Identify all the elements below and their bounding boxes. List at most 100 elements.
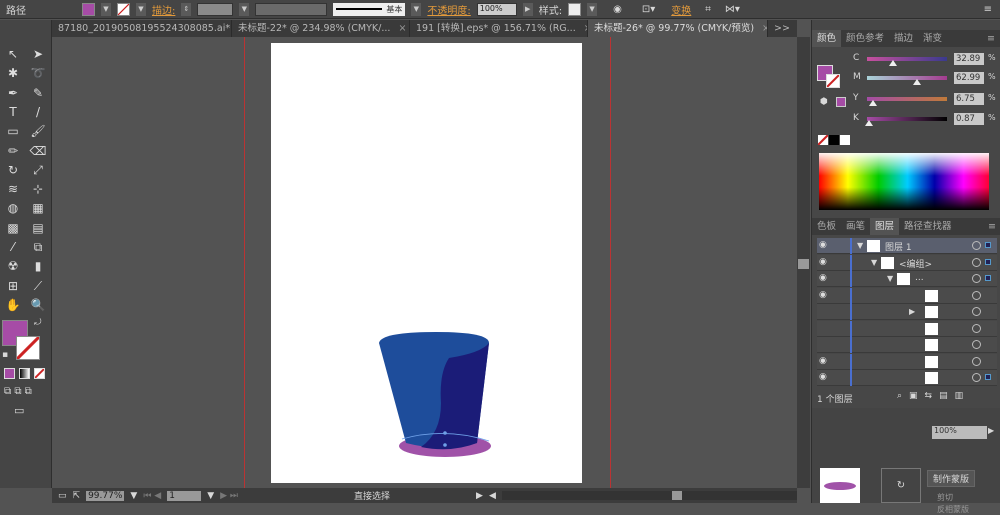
rotate-tool-icon[interactable]: ↻ <box>4 162 22 178</box>
selection-tool-icon[interactable]: ↖ <box>4 46 22 62</box>
first-page-button[interactable]: ⏮ ◀ <box>143 491 161 501</box>
visibility-eye-icon[interactable]: ◉ <box>819 373 831 382</box>
layer-row[interactable]: ◉ ▼ 图层 1 <box>817 238 997 254</box>
stroke-dropdown[interactable]: ▼ <box>136 2 146 16</box>
visibility-eye-icon[interactable] <box>819 307 831 316</box>
mask-thumbnail[interactable]: ↻ <box>881 468 921 503</box>
direct-selection-tool-icon[interactable]: ➤ <box>29 46 47 62</box>
layer-name[interactable]: <编组> <box>899 257 932 270</box>
variable-width-field[interactable] <box>255 2 328 16</box>
hand-tool-icon[interactable]: ✋ <box>4 297 22 313</box>
doc-tab[interactable]: 191 [转换].eps* @ 156.71% (RG...× <box>410 20 588 37</box>
slider-m[interactable]: M 62.99% <box>853 72 997 86</box>
visibility-eye-icon[interactable]: ◉ <box>819 356 831 366</box>
shape-builder-tool-icon[interactable]: ◍ <box>4 200 22 216</box>
line-tool-icon[interactable]: / <box>29 104 47 120</box>
slider-thumb[interactable] <box>889 60 897 66</box>
stroke-swatch[interactable] <box>117 2 130 16</box>
recolor-icon[interactable]: ◉ <box>613 4 622 15</box>
tab-layers[interactable]: 图层 <box>870 218 900 235</box>
slider-value[interactable]: 32.89 <box>954 53 984 65</box>
slider-c[interactable]: C 32.89% <box>853 53 997 67</box>
target-icon[interactable] <box>972 340 981 349</box>
target-icon[interactable] <box>972 241 981 250</box>
paintbrush-tool-icon[interactable]: 🖌 <box>29 123 47 139</box>
visibility-eye-icon[interactable]: ◉ <box>819 257 831 267</box>
stroke-label[interactable]: 描边: <box>152 2 175 17</box>
collapse-triangle-icon[interactable]: ▶ <box>909 307 915 316</box>
tab-overflow-button[interactable]: >> <box>768 20 796 37</box>
web-color-swatch[interactable] <box>836 97 846 107</box>
warp-tool-icon[interactable]: ≋ <box>4 181 22 197</box>
graph-tool-icon[interactable]: ▦ <box>29 200 47 216</box>
black-swatch[interactable] <box>829 135 839 145</box>
selection-indicator[interactable] <box>985 374 991 380</box>
status-menu-arrow[interactable]: ▶ <box>476 491 483 501</box>
slider-k[interactable]: K 0.87% <box>853 113 997 127</box>
opacity-field[interactable]: 100% <box>476 2 517 16</box>
align-icon[interactable]: ⊡▾ <box>642 4 655 15</box>
target-icon[interactable] <box>972 274 981 283</box>
expand-triangle-icon[interactable]: ▼ <box>871 258 877 267</box>
type-tool-icon[interactable]: T <box>4 104 22 120</box>
color-mode-button[interactable] <box>4 368 15 379</box>
stroke-swatch-large[interactable] <box>826 74 840 88</box>
arrange-icon[interactable]: ⋈▾ <box>725 4 740 15</box>
tab-brushes[interactable]: 画笔 <box>841 218 870 235</box>
target-icon[interactable] <box>972 307 981 316</box>
target-icon[interactable] <box>972 373 981 382</box>
opacity-dropdown[interactable]: ▶ <box>522 2 533 16</box>
free-transform-tool-icon[interactable]: ⊹ <box>29 181 47 197</box>
layer-row[interactable]: ▶ <box>817 304 997 320</box>
visibility-eye-icon[interactable]: ◉ <box>819 274 831 283</box>
panel-menu-icon[interactable]: ≡ <box>984 4 992 15</box>
layers-footer-icons[interactable]: ⌕▣⇆▤▥ <box>897 391 970 401</box>
screen-mode-icon[interactable]: ▭ <box>14 404 24 417</box>
swap-colors-icon[interactable]: ⤾ <box>34 318 42 328</box>
out-of-gamut-icon[interactable]: ⬢ <box>820 97 828 107</box>
export-icon[interactable]: ⇱ <box>73 491 81 501</box>
target-icon[interactable] <box>972 290 981 300</box>
visibility-eye-icon[interactable]: ◉ <box>819 290 831 300</box>
zoom-tool-icon[interactable]: 🔍 <box>29 297 47 313</box>
hscroll-left[interactable]: ◀ <box>489 491 496 501</box>
fill-swatch[interactable] <box>82 2 95 16</box>
layer-name[interactable]: ... <box>915 273 924 283</box>
default-colors-icon[interactable]: ▪ <box>2 350 8 360</box>
blend-tool-icon[interactable]: ⧉ <box>29 239 47 255</box>
magic-wand-tool-icon[interactable]: ✱ <box>4 65 22 81</box>
column-graph-tool-icon[interactable]: ▮ <box>29 258 47 274</box>
fill-dropdown[interactable]: ▼ <box>101 2 111 16</box>
symbol-sprayer-tool-icon[interactable]: ☢ <box>4 258 22 274</box>
draw-mode-icon[interactable]: ⧉ ⧉ ⧉ <box>4 386 32 397</box>
white-swatch[interactable] <box>840 135 850 145</box>
stroke-weight-field[interactable] <box>197 2 234 16</box>
hscroll-thumb[interactable] <box>671 491 682 500</box>
selection-indicator[interactable] <box>985 258 991 265</box>
cup-artwork[interactable] <box>271 43 582 483</box>
panel-menu-icon[interactable]: ≡ <box>982 30 1000 47</box>
slider-value[interactable]: 0.87 <box>954 113 984 125</box>
slider-value[interactable]: 62.99 <box>954 72 984 84</box>
expand-triangle-icon[interactable]: ▼ <box>857 241 863 250</box>
layer-row[interactable]: ◉ ▼... <box>817 271 997 287</box>
scroll-thumb[interactable] <box>798 259 809 269</box>
doc-tab[interactable]: 未标题-22* @ 234.98% (CMYK/... × <box>232 20 410 37</box>
stroke-weight-dropdown[interactable]: ▼ <box>239 2 250 16</box>
lasso-tool-icon[interactable]: ➰ <box>29 65 47 81</box>
stroke-color-box[interactable] <box>16 336 40 360</box>
target-icon[interactable] <box>972 356 981 366</box>
panel-menu-icon[interactable]: ≡ <box>983 218 1000 235</box>
next-page-button[interactable]: ▶ ⏭ <box>220 491 238 501</box>
gradient-mode-button[interactable] <box>19 368 30 379</box>
mesh-tool-icon[interactable]: ▩ <box>4 220 22 236</box>
scale-tool-icon[interactable]: ⤢ <box>29 162 47 178</box>
stroke-profile-select[interactable]: 基本 <box>333 2 406 16</box>
tab-swatches[interactable]: 色板 <box>812 218 841 235</box>
tab-color[interactable]: 颜色 <box>812 30 842 47</box>
stroke-weight-stepper[interactable]: ⇕ <box>181 2 192 16</box>
invert-mask-checkbox-label[interactable]: 反相蒙版 <box>937 504 969 515</box>
gradient-tool-icon[interactable]: ▤ <box>29 220 47 236</box>
artboard-tool-icon[interactable]: ⊞ <box>4 278 22 294</box>
layer-row[interactable]: ◉ ▼ <编组> <box>817 254 997 271</box>
